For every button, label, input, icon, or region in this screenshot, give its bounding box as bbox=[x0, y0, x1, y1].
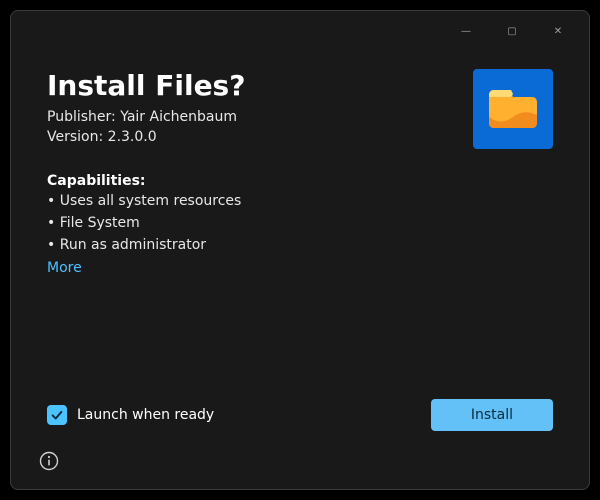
check-icon bbox=[50, 408, 64, 422]
version-label: Version: bbox=[47, 129, 103, 145]
footer: Launch when ready Install bbox=[47, 395, 553, 435]
capability-item: Uses all system resources bbox=[47, 191, 553, 213]
checkbox-box bbox=[47, 405, 67, 425]
installer-window: — ▢ ✕ Install Files? Publisher: Yair Aic… bbox=[10, 10, 590, 490]
install-button[interactable]: Install bbox=[431, 399, 553, 431]
info-icon bbox=[39, 451, 59, 471]
capability-item: Run as administrator bbox=[47, 235, 553, 257]
capabilities-title: Capabilities: bbox=[47, 173, 553, 189]
publisher-value: Yair Aichenbaum bbox=[120, 109, 237, 125]
info-button[interactable] bbox=[39, 451, 59, 471]
capabilities-list: Uses all system resources File System Ru… bbox=[47, 191, 553, 256]
close-button[interactable]: ✕ bbox=[535, 15, 581, 47]
version-line: Version: 2.3.0.0 bbox=[47, 128, 553, 148]
page-title: Install Files? bbox=[47, 69, 553, 102]
version-value: 2.3.0.0 bbox=[108, 129, 157, 145]
capabilities-section: Capabilities: Uses all system resources … bbox=[47, 173, 553, 276]
minimize-button[interactable]: — bbox=[443, 15, 489, 47]
publisher-label: Publisher: bbox=[47, 109, 116, 125]
maximize-button[interactable]: ▢ bbox=[489, 15, 535, 47]
capability-item: File System bbox=[47, 213, 553, 235]
launch-when-ready-checkbox[interactable]: Launch when ready bbox=[47, 405, 214, 425]
publisher-line: Publisher: Yair Aichenbaum bbox=[47, 108, 553, 128]
titlebar: — ▢ ✕ bbox=[11, 11, 589, 51]
launch-when-ready-label: Launch when ready bbox=[77, 407, 214, 423]
more-link[interactable]: More bbox=[47, 260, 82, 276]
